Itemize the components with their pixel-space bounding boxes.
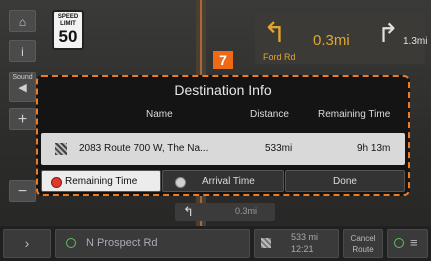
speed-limit-sign: SPEED LIMIT 50 [52,10,84,50]
chevron-right-icon: › [24,235,30,251]
turn-guidance-panel[interactable]: ↰ 0.3mi Ford Rd ↱ 1.3mi [255,12,428,64]
speed-limit-value: 50 [58,27,78,46]
remaining-time-label: Remaining Time [65,176,138,187]
radio-selected-icon [51,177,62,188]
destination-summary-time: 12:21 [291,244,314,254]
turn-right-arrow-icon: ↱ [377,18,399,48]
info-button[interactable]: i [9,40,36,62]
zoom-out-button[interactable]: − [9,180,36,202]
destination-name: 2083 Route 700 W, The Na... [79,143,209,154]
destination-distance: 533mi [265,143,293,154]
remaining-column-header: Remaining Time [318,109,391,120]
destination-flag-icon [55,143,67,155]
menu-icon: ≡ [410,235,418,250]
speed-label: SPEED [57,14,79,20]
home-icon: ⌂ [18,15,27,29]
plus-icon: + [17,111,28,128]
arrival-time-option[interactable]: Arrival Time [162,170,284,192]
flag-icon [261,238,271,248]
zoom-in-button[interactable]: + [9,108,36,130]
info-icon: i [21,45,24,59]
mini-turn-arrow-icon: ↰ [183,204,194,219]
dialog-button-bar: Remaining Time Arrival Time Done [41,170,405,192]
turn-left-arrow-icon: ↰ [263,17,287,48]
current-street-name: N Prospect Rd [86,237,158,249]
cancel-route-button[interactable]: Cancel Route [343,229,383,258]
location-icon [66,238,76,248]
callout-marker: 7 [213,51,233,69]
speaker-icon: ◀ [18,82,27,94]
status-icon [394,238,404,248]
destination-row[interactable]: 2083 Route 700 W, The Na... 533mi 9h 13m [41,133,405,165]
second-turn-distance: 1.3mi [403,36,428,47]
current-street-bar: N Prospect Rd [55,229,250,258]
cancel-label: Cancel [350,234,376,243]
destination-info-dialog: Destination Info Name Distance Remaining… [36,75,410,196]
destination-summary-distance: 533 mi [291,232,319,242]
next-turn-street: Ford Rd [263,52,296,62]
remaining-time-option[interactable]: Remaining Time [41,170,161,192]
menu-button[interactable]: ≡ [387,229,428,258]
done-button[interactable]: Done [285,170,405,192]
name-column-header: Name [146,109,173,120]
arrival-time-label: Arrival Time [202,176,255,187]
next-turn-distance: 0.3mi [313,32,350,49]
expand-button[interactable]: › [3,229,51,258]
home-button[interactable]: ⌂ [9,10,36,32]
sound-button[interactable]: Sound ◀ [9,72,36,102]
destination-remaining-time: 9h 13m [357,143,391,154]
bottom-bar: › N Prospect Rd 533 mi 12:21 Cancel Rout… [0,226,431,261]
mini-turn-indicator: ↰ 0.3mi [175,203,275,221]
mini-turn-distance: 0.3mi [235,206,258,216]
destination-summary[interactable]: 533 mi 12:21 [254,229,339,258]
minus-icon: − [17,183,28,200]
dialog-title: Destination Info [174,82,272,98]
radio-unselected-icon [175,177,186,188]
route-label: Route [352,245,374,254]
navigation-screen: ⌂ i Sound ◀ + − SPEED LIMIT 50 ↰ 0.3mi F… [0,0,431,261]
distance-column-header: Distance [250,109,289,120]
